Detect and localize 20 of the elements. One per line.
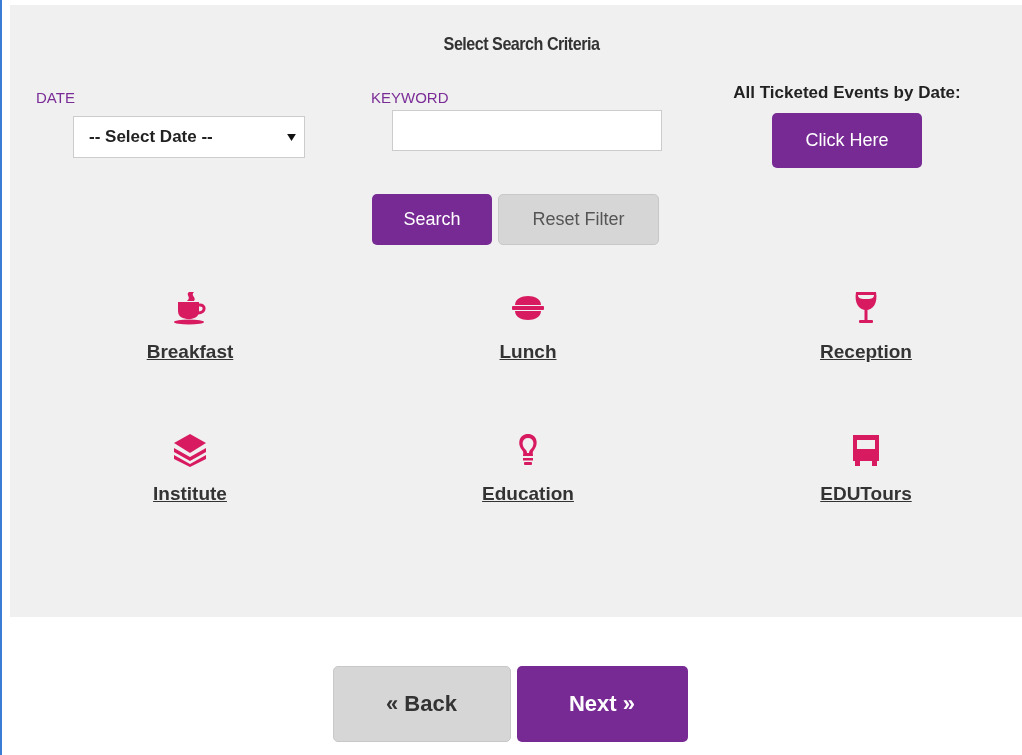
date-label: DATE (36, 89, 76, 106)
reset-filter-button[interactable]: Reset Filter (498, 194, 659, 245)
next-button[interactable]: Next » (516, 666, 688, 742)
date-dropdown[interactable]: -- Select Date -- (73, 116, 305, 158)
keyword-field[interactable] (392, 110, 662, 151)
category-link[interactable]: Reception (820, 341, 912, 363)
category-link[interactable]: Institute (153, 483, 227, 505)
category-link[interactable]: Breakfast (146, 341, 234, 363)
click-here-button[interactable]: Click Here (772, 113, 922, 168)
caret-icon (287, 133, 296, 141)
coffee-cup-icon[interactable] (172, 291, 208, 325)
panel-title: Select Search Criteria (442, 33, 601, 55)
back-button[interactable]: « Back (332, 666, 511, 742)
ticketed-label: All Ticketed Events by Date: (733, 83, 961, 103)
category-link[interactable]: EDUTours (820, 483, 912, 505)
category-link[interactable]: Lunch (499, 341, 557, 363)
search-button[interactable]: Search (372, 194, 492, 245)
book-stack-icon[interactable] (172, 433, 208, 467)
keyword-label: KEYWORD (371, 89, 450, 106)
category-link[interactable]: Education (482, 483, 574, 505)
